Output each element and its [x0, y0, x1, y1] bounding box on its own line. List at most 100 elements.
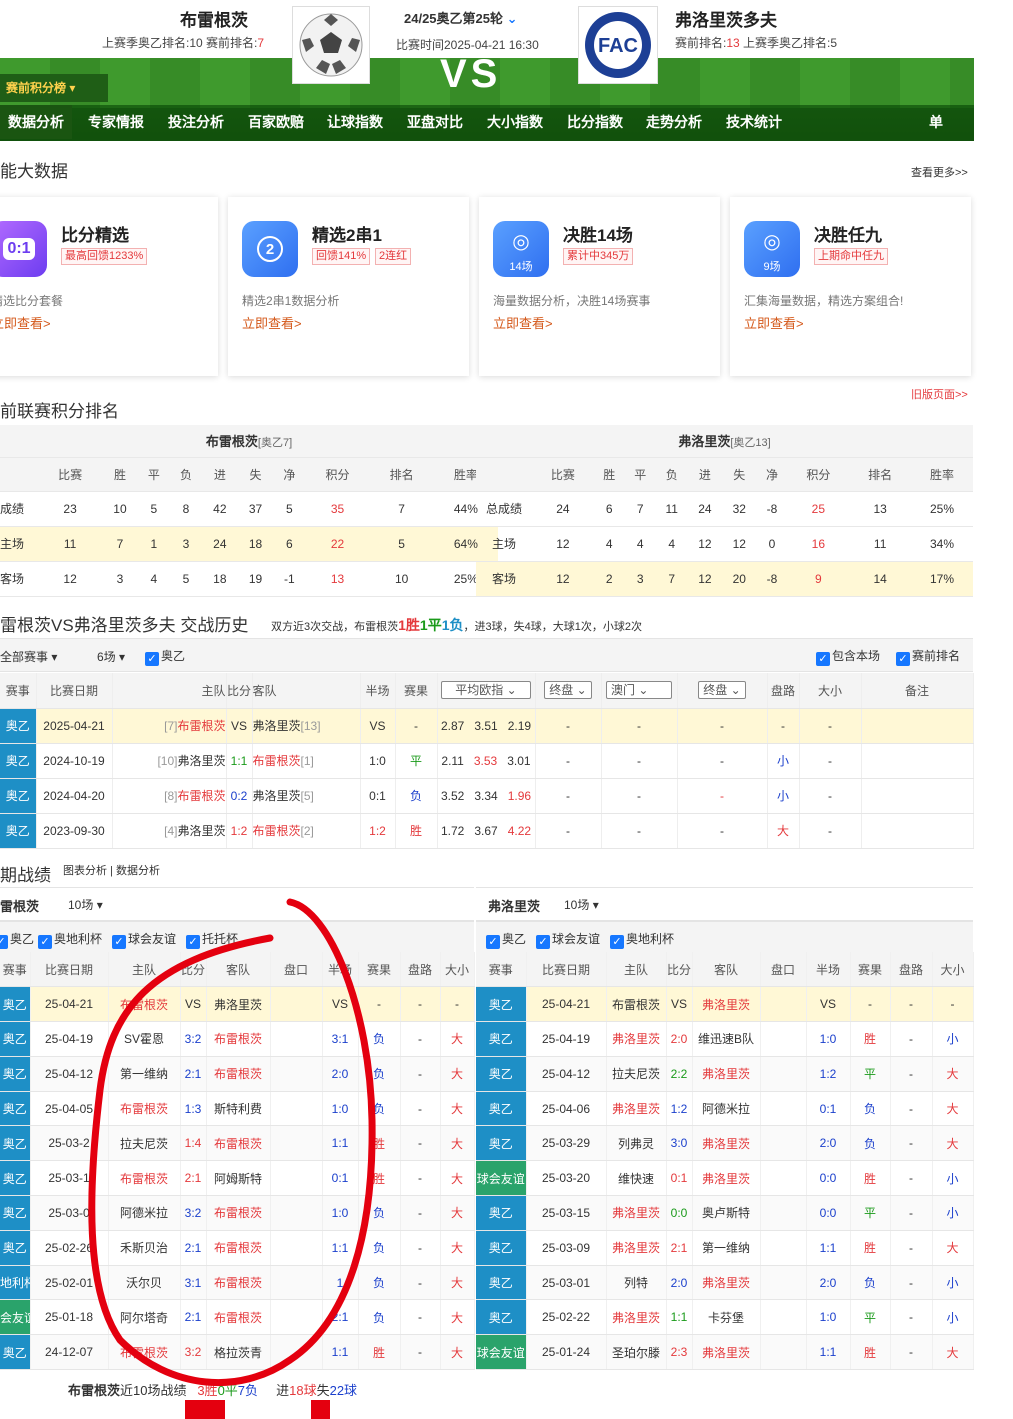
vs-label: VS: [440, 52, 502, 96]
tab-expert-intel[interactable]: 专家情报: [88, 105, 144, 139]
card-tag: 上期命中任九: [814, 248, 888, 265]
page: 布雷根茨 上赛季奥乙排名:10 赛前排名:7 24/25奥乙第25轮 ⌄ 比赛时…: [0, 0, 1013, 1419]
table-row: 客场 12 3 4 5 18 19 -1 13 10 25%: [0, 561, 498, 597]
lottery-9-icon: ◎ 9场: [744, 221, 800, 277]
table-row: 奥乙 25-03-15 弗洛里茨 0:0 奥卢斯特 0:0 平 - 小: [476, 1195, 974, 1231]
caret-down-icon: ▾: [69, 81, 76, 95]
tab-tech-stats[interactable]: 技术统计: [726, 105, 782, 139]
card-tag: 回馈141%: [312, 248, 371, 265]
final-line-select[interactable]: 终盘 ⌄: [677, 673, 768, 709]
table-row: 奥乙 25-02-22 弗洛里茨 1:1 卡芬堡 1:0 平 - 小: [476, 1299, 974, 1336]
away-filter-bar: ✓ 奥乙 ✓ 球会友谊 ✓ 奥地利杯: [476, 921, 973, 955]
final-odds-select[interactable]: 终盘 ⌄: [535, 673, 602, 709]
tab-asian-compare[interactable]: 亚盘对比: [407, 105, 463, 139]
table-row: 球会友谊 25-03-20 维快速 0:1 弗洛里茨 0:0 胜 - 小: [476, 1160, 974, 1197]
card-desc: 精选2串1数据分析: [242, 294, 340, 308]
check-icon: ✓: [896, 652, 910, 666]
away-team-logo[interactable]: FAC: [578, 6, 658, 84]
card-link[interactable]: 立即查看>: [0, 313, 51, 332]
table-row: 客场 12 2 3 7 12 20 -8 9 14 17%: [476, 561, 973, 597]
card-renjiu[interactable]: ◎ 9场 决胜任九 上期命中任九 汇集海量数据，精选方案组合! 立即查看>: [730, 197, 971, 376]
card-link[interactable]: 立即查看>: [744, 313, 804, 332]
table-row: 成绩 23 10 5 8 42 37 5 35 7 44%: [0, 491, 498, 527]
filter-cup[interactable]: ✓ 奥地利杯: [610, 930, 674, 949]
home-team-info: 上赛季奥乙排名:10 赛前排名:7: [102, 36, 265, 50]
h2h-filter-bar: 全部赛事 ▾ 6场 ▾ ✓ 奥乙 ✓ 包含本场 ✓ 赛前排名: [0, 638, 973, 672]
macau-select[interactable]: 澳门 ⌄: [601, 673, 678, 709]
away-team-name[interactable]: 弗洛里茨多夫: [675, 6, 777, 31]
card-2chuan1[interactable]: 2 精选2串1 回馈141% 2连红 精选2串1数据分析 立即查看>: [228, 197, 469, 376]
section-title-standings: 前联赛积分排名: [0, 402, 119, 421]
all-events-select[interactable]: 全部赛事 ▾: [0, 648, 57, 665]
table-row: 奥乙 25-04-12 拉夫尼茨 2:2 弗洛里茨 1:2 平 - 大: [476, 1056, 974, 1092]
table-row: 奥乙 25-03-09 弗洛里茨 2:1 第一维纳 1:1 胜 - 大: [476, 1230, 974, 1266]
table-row: 主场 11 7 1 3 24 18 6 22 5 64%: [0, 526, 498, 562]
away-standings-table: 弗洛里茨[奥乙13] 比赛胜平负进失净积分 排名 胜率 总成绩 24 6 7 11 24 32-…: [476, 425, 973, 597]
match-round-select[interactable]: 24/25奥乙第25轮 ⌄: [404, 8, 518, 27]
old-version-link[interactable]: 旧版页面>>: [911, 386, 968, 402]
table-row: 奥乙 25-03-29 列弗灵 3:0 弗洛里茨 2:0 负 - 大: [476, 1125, 974, 1162]
table-row: 球会友谊 25-01-24 圣珀尔滕 2:3 弗洛里茨 1:1 胜 - 大: [476, 1334, 974, 1371]
away-team-info: 赛前排名:13 上赛季奥乙排名:5: [675, 36, 838, 50]
table-row: 奥乙 25-03-01 列特 2:0 弗洛里茨 2:0 负 - 小: [476, 1265, 974, 1301]
match-header: 布雷根茨 上赛季奥乙排名:10 赛前排名:7 24/25奥乙第25轮 ⌄ 比赛时…: [0, 0, 974, 141]
view-more-link[interactable]: 查看更多>>: [911, 164, 968, 180]
table-row: 奥乙 25-04-19 弗洛里茨 2:0 维迅速B队 1:0 胜 - 小: [476, 1021, 974, 1057]
away-count-select[interactable]: 10场 ▾: [564, 896, 599, 913]
chevron-down-icon: ⌄: [506, 11, 518, 26]
card-tag: 累计中345万: [563, 248, 634, 265]
card-link[interactable]: 立即查看>: [242, 313, 302, 332]
single-select[interactable]: 单场 ⌄: [929, 105, 943, 139]
h2h-table: 赛事 比赛日期 主队 比分 客队 半场 赛果 平均欧指 ⌄ 终盘 ⌄ 澳门 ⌄ 终盘 ⌄ 盘…: [0, 673, 974, 849]
tab-euro-odds[interactable]: 百家欧赔: [248, 105, 304, 139]
table-row: 奥乙 25-04-21 布雷根茨 VS 弗洛里茨 VS - - -: [476, 986, 974, 1023]
avg-euro-odds-select[interactable]: 平均欧指 ⌄: [437, 673, 536, 709]
card-score-pick[interactable]: 0:1 比分精选 最高回馈1233% 精选比分套餐 立即查看>: [0, 197, 218, 376]
include-this-checkbox[interactable]: ✓ 包含本场: [816, 647, 880, 666]
home-team-name[interactable]: 布雷根茨: [180, 6, 248, 31]
filter-league[interactable]: ✓ 奥乙: [486, 930, 526, 949]
card-title: 比分精选: [61, 226, 129, 245]
filter-friendly[interactable]: ✓ 球会友谊: [536, 930, 600, 949]
check-icon: ✓: [816, 652, 830, 666]
home-team-logo[interactable]: [292, 6, 370, 84]
recent-links[interactable]: 图表分析 | 数据分析: [63, 862, 160, 878]
section-title-bigdata: 能大数据: [0, 162, 68, 181]
card-title: 决胜任九: [814, 226, 882, 245]
tab-trend[interactable]: 走势分析: [646, 105, 702, 139]
card-tag-2: 2连红: [375, 248, 412, 265]
away-recent-bar: 弗洛里茨 10场 ▾: [476, 887, 973, 921]
tab-score-index[interactable]: 比分指数: [567, 105, 623, 139]
card-link[interactable]: 立即查看>: [493, 313, 553, 332]
tab-over-under[interactable]: 大小指数: [487, 105, 543, 139]
pre-match-standings-button[interactable]: 赛前积分榜 ▾: [0, 74, 108, 102]
fac-crest-icon: FAC: [585, 12, 651, 78]
lottery-14-icon: ◎ 14场: [493, 221, 549, 277]
section-title-h2h: 雷根茨VS弗洛里茨多夫 交战历史: [0, 616, 249, 635]
card-title: 决胜14场: [563, 226, 633, 245]
tab-betting-analysis[interactable]: 投注分析: [168, 105, 224, 139]
card-tag: 最高回馈1233%: [61, 248, 148, 265]
filter-league[interactable]: ✓ 奥乙: [0, 930, 34, 949]
card-juesheng14[interactable]: ◎ 14场 决胜14场 累计中345万 海量数据分析，决胜14场赛事 立即查看>: [479, 197, 720, 376]
table-row: 总成绩 24 6 7 11 24 32 -8 25 13 25%: [476, 491, 973, 527]
tab-handicap-index[interactable]: 让球指数: [327, 105, 383, 139]
match-count-select[interactable]: 6场 ▾: [97, 648, 125, 665]
tab-data-analysis[interactable]: 数据分析: [0, 105, 72, 139]
football-icon: [299, 13, 363, 77]
away-recent-table: 赛事 比赛日期 主队 比分 客队 盘口 半场 赛果 盘路 大小 奥乙 25-04-21 布雷根茨 VS 弗洛…: [476, 952, 974, 1371]
table-row: 奥乙 2024-10-19 [10]弗洛里茨 1:1 布雷根茨[1] 1:0 平 2.11 3…: [0, 743, 974, 779]
match-time: 比赛时间2025-04-21 16:30: [396, 38, 539, 52]
score-pick-icon: 0:1: [0, 221, 47, 277]
pre-rank-checkbox[interactable]: ✓ 赛前排名: [896, 647, 960, 666]
check-icon: ✓: [145, 652, 159, 666]
home-standings-table: 布雷根茨[奥乙7] 比赛胜平负进失净积分 排名 胜率 成绩 23 10 5 8 42 37 5 35…: [0, 425, 498, 597]
svg-text:FAC: FAC: [598, 35, 638, 57]
card-desc: 精选比分套餐: [0, 294, 64, 308]
table-row: 奥乙 2023-09-30 [4]弗洛里茨 1:2 布雷根茨[2] 1:2 胜 1.72 3.…: [0, 813, 974, 849]
card-desc: 汇集海量数据，精选方案组合!: [744, 294, 904, 308]
parlay-icon: 2: [242, 221, 298, 277]
table-row: 奥乙 2024-04-20 [8]布雷根茨 0:2 弗洛里茨[5] 0:1 负 3.52 3.…: [0, 778, 974, 814]
main-nav: 数据分析 专家情报 投注分析 百家欧赔 让球指数 亚盘对比 大小指数 比分指数 …: [0, 105, 974, 141]
league-checkbox[interactable]: ✓ 奥乙: [145, 647, 185, 666]
